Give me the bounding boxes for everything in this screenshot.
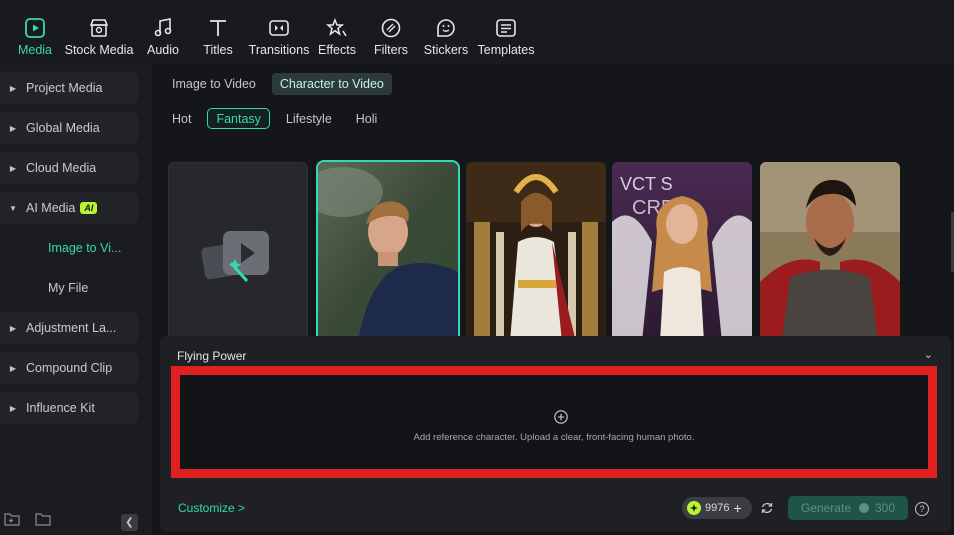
sticker-smile-icon — [437, 19, 455, 37]
caret-right-icon: ▶ — [9, 123, 17, 133]
tab-filters-label: Filters — [373, 43, 409, 57]
tab-image-to-video[interactable]: Image to Video — [164, 73, 264, 95]
music-note-icon — [154, 18, 172, 37]
thumbnail-image: VCT S CRET — [612, 162, 752, 342]
top-toolbar: Media Stock Media Audio Titles Transitio… — [0, 0, 954, 64]
chip-fantasy[interactable]: Fantasy — [207, 108, 270, 129]
transitions-icon — [269, 20, 289, 36]
dropzone-hint: Add reference character. Upload a clear,… — [413, 432, 695, 443]
generate-label: Generate — [800, 501, 851, 515]
tab-templates-label: Templates — [477, 43, 535, 57]
generate-button[interactable]: Generate 300 — [788, 496, 908, 520]
tab-filters[interactable]: Filters — [364, 0, 418, 64]
tab-transitions-label: Transitions — [248, 43, 310, 57]
thumbnail-image — [466, 162, 606, 342]
sidebar-item-cloud-media[interactable]: ▶ Cloud Media — [0, 152, 138, 184]
ai-badge: AI — [80, 202, 98, 214]
sidebar-item-my-file[interactable]: My File — [0, 272, 138, 304]
tab-character-to-video[interactable]: Character to Video — [271, 73, 392, 95]
mode-tabs: Image to Video Character to Video — [164, 73, 392, 95]
chevron-left-icon: ❮ — [125, 517, 134, 528]
thumbnail-image — [318, 162, 458, 342]
sidebar-item-label: Image to Vi... — [48, 241, 122, 255]
tab-effects-label: Effects — [318, 43, 356, 57]
tab-audio[interactable]: Audio — [138, 0, 188, 64]
caret-right-icon: ▶ — [9, 363, 17, 373]
video-placeholder-icon — [201, 231, 269, 282]
sidebar-item-label: Influence Kit — [26, 401, 95, 415]
reference-upload-dropzone[interactable]: Add reference character. Upload a clear,… — [171, 366, 937, 478]
caret-right-icon: ▶ — [9, 83, 17, 93]
thumbnail-goddess-temple[interactable] — [466, 162, 606, 342]
sidebar-item-global-media[interactable]: ▶ Global Media — [0, 112, 138, 144]
text-t-icon — [210, 20, 226, 36]
sidebar-item-ai-media[interactable]: ▼ AI Media AI — [0, 192, 138, 224]
chevron-down-icon[interactable]: ⌄ — [924, 348, 933, 361]
caret-right-icon: ▶ — [9, 323, 17, 333]
category-chips: Hot Fantasy Lifestyle Holi — [164, 108, 385, 129]
thumbnail-man-flying[interactable] — [316, 160, 460, 344]
sidebar-item-compound-clip[interactable]: ▶ Compound Clip — [0, 352, 138, 384]
sidebar-item-label: Project Media — [26, 81, 103, 95]
chip-holi[interactable]: Holi — [348, 108, 386, 129]
credit-coin-icon — [687, 501, 701, 515]
tab-stickers[interactable]: Stickers — [418, 0, 474, 64]
tab-titles-label: Titles — [203, 43, 233, 57]
sidebar: ▶ Project Media ▶ Global Media ▶ Cloud M… — [0, 64, 152, 535]
credits-count: 9976 — [705, 502, 730, 514]
effects-star-icon — [326, 17, 347, 37]
character-panel: Flying Power ⌄ Add reference character. … — [160, 336, 951, 532]
sidebar-item-adjustment-layer[interactable]: ▶ Adjustment La... — [0, 312, 138, 344]
thumbnail-angel-wings[interactable]: VCT S CRET — [612, 162, 752, 342]
tab-effects[interactable]: Effects — [310, 0, 364, 64]
sidebar-item-label: AI Media — [26, 201, 76, 215]
sidebar-item-label: Global Media — [26, 121, 100, 135]
sidebar-item-influence-kit[interactable]: ▶ Influence Kit — [0, 392, 138, 424]
caret-right-icon: ▶ — [9, 163, 17, 173]
customize-link[interactable]: Customize > — [178, 501, 245, 515]
tab-titles[interactable]: Titles — [188, 0, 248, 64]
thumbnail-image — [760, 162, 900, 342]
tab-stock-media-label: Stock Media — [64, 43, 134, 57]
chip-lifestyle[interactable]: Lifestyle — [278, 108, 340, 129]
refresh-icon[interactable] — [760, 501, 774, 515]
tab-templates[interactable]: Templates — [474, 0, 538, 64]
templates-icon — [496, 19, 516, 37]
generate-cost: 300 — [875, 501, 896, 515]
sidebar-item-label: Adjustment La... — [26, 321, 117, 335]
thumbnail-upload-placeholder[interactable] — [168, 162, 308, 342]
credits-pill[interactable]: 9976 + — [682, 497, 752, 519]
tab-audio-label: Audio — [147, 43, 179, 57]
credit-coin-icon — [859, 503, 869, 513]
thumbnail-gladiator[interactable] — [760, 162, 900, 342]
tab-transitions[interactable]: Transitions — [248, 0, 310, 64]
tab-stock-media[interactable]: Stock Media — [60, 0, 138, 64]
sidebar-item-project-media[interactable]: ▶ Project Media — [0, 72, 138, 104]
caret-right-icon: ▶ — [9, 403, 17, 413]
help-icon[interactable]: ? — [915, 502, 929, 516]
folder-icon[interactable] — [35, 511, 51, 527]
tab-media[interactable]: Media — [10, 0, 60, 64]
panel-title: Flying Power — [177, 349, 247, 363]
caret-down-icon: ▼ — [9, 203, 17, 213]
sidebar-item-label: Compound Clip — [26, 361, 113, 375]
add-credits-icon[interactable]: + — [733, 501, 741, 515]
filters-icon — [381, 18, 401, 38]
tab-stickers-label: Stickers — [423, 43, 469, 57]
sidebar-item-image-to-video[interactable]: Image to Vi... — [0, 232, 138, 264]
svg-text:VCT S: VCT S — [620, 174, 673, 194]
add-circle-icon — [554, 410, 568, 424]
media-icon — [25, 18, 45, 38]
sidebar-item-label: My File — [48, 281, 89, 295]
tab-media-label: Media — [17, 43, 53, 57]
stock-media-icon — [89, 19, 109, 37]
chip-hot[interactable]: Hot — [164, 108, 199, 129]
new-folder-icon[interactable] — [4, 511, 20, 527]
collapse-sidebar-button[interactable]: ❮ — [121, 514, 138, 531]
sidebar-item-label: Cloud Media — [26, 161, 97, 175]
